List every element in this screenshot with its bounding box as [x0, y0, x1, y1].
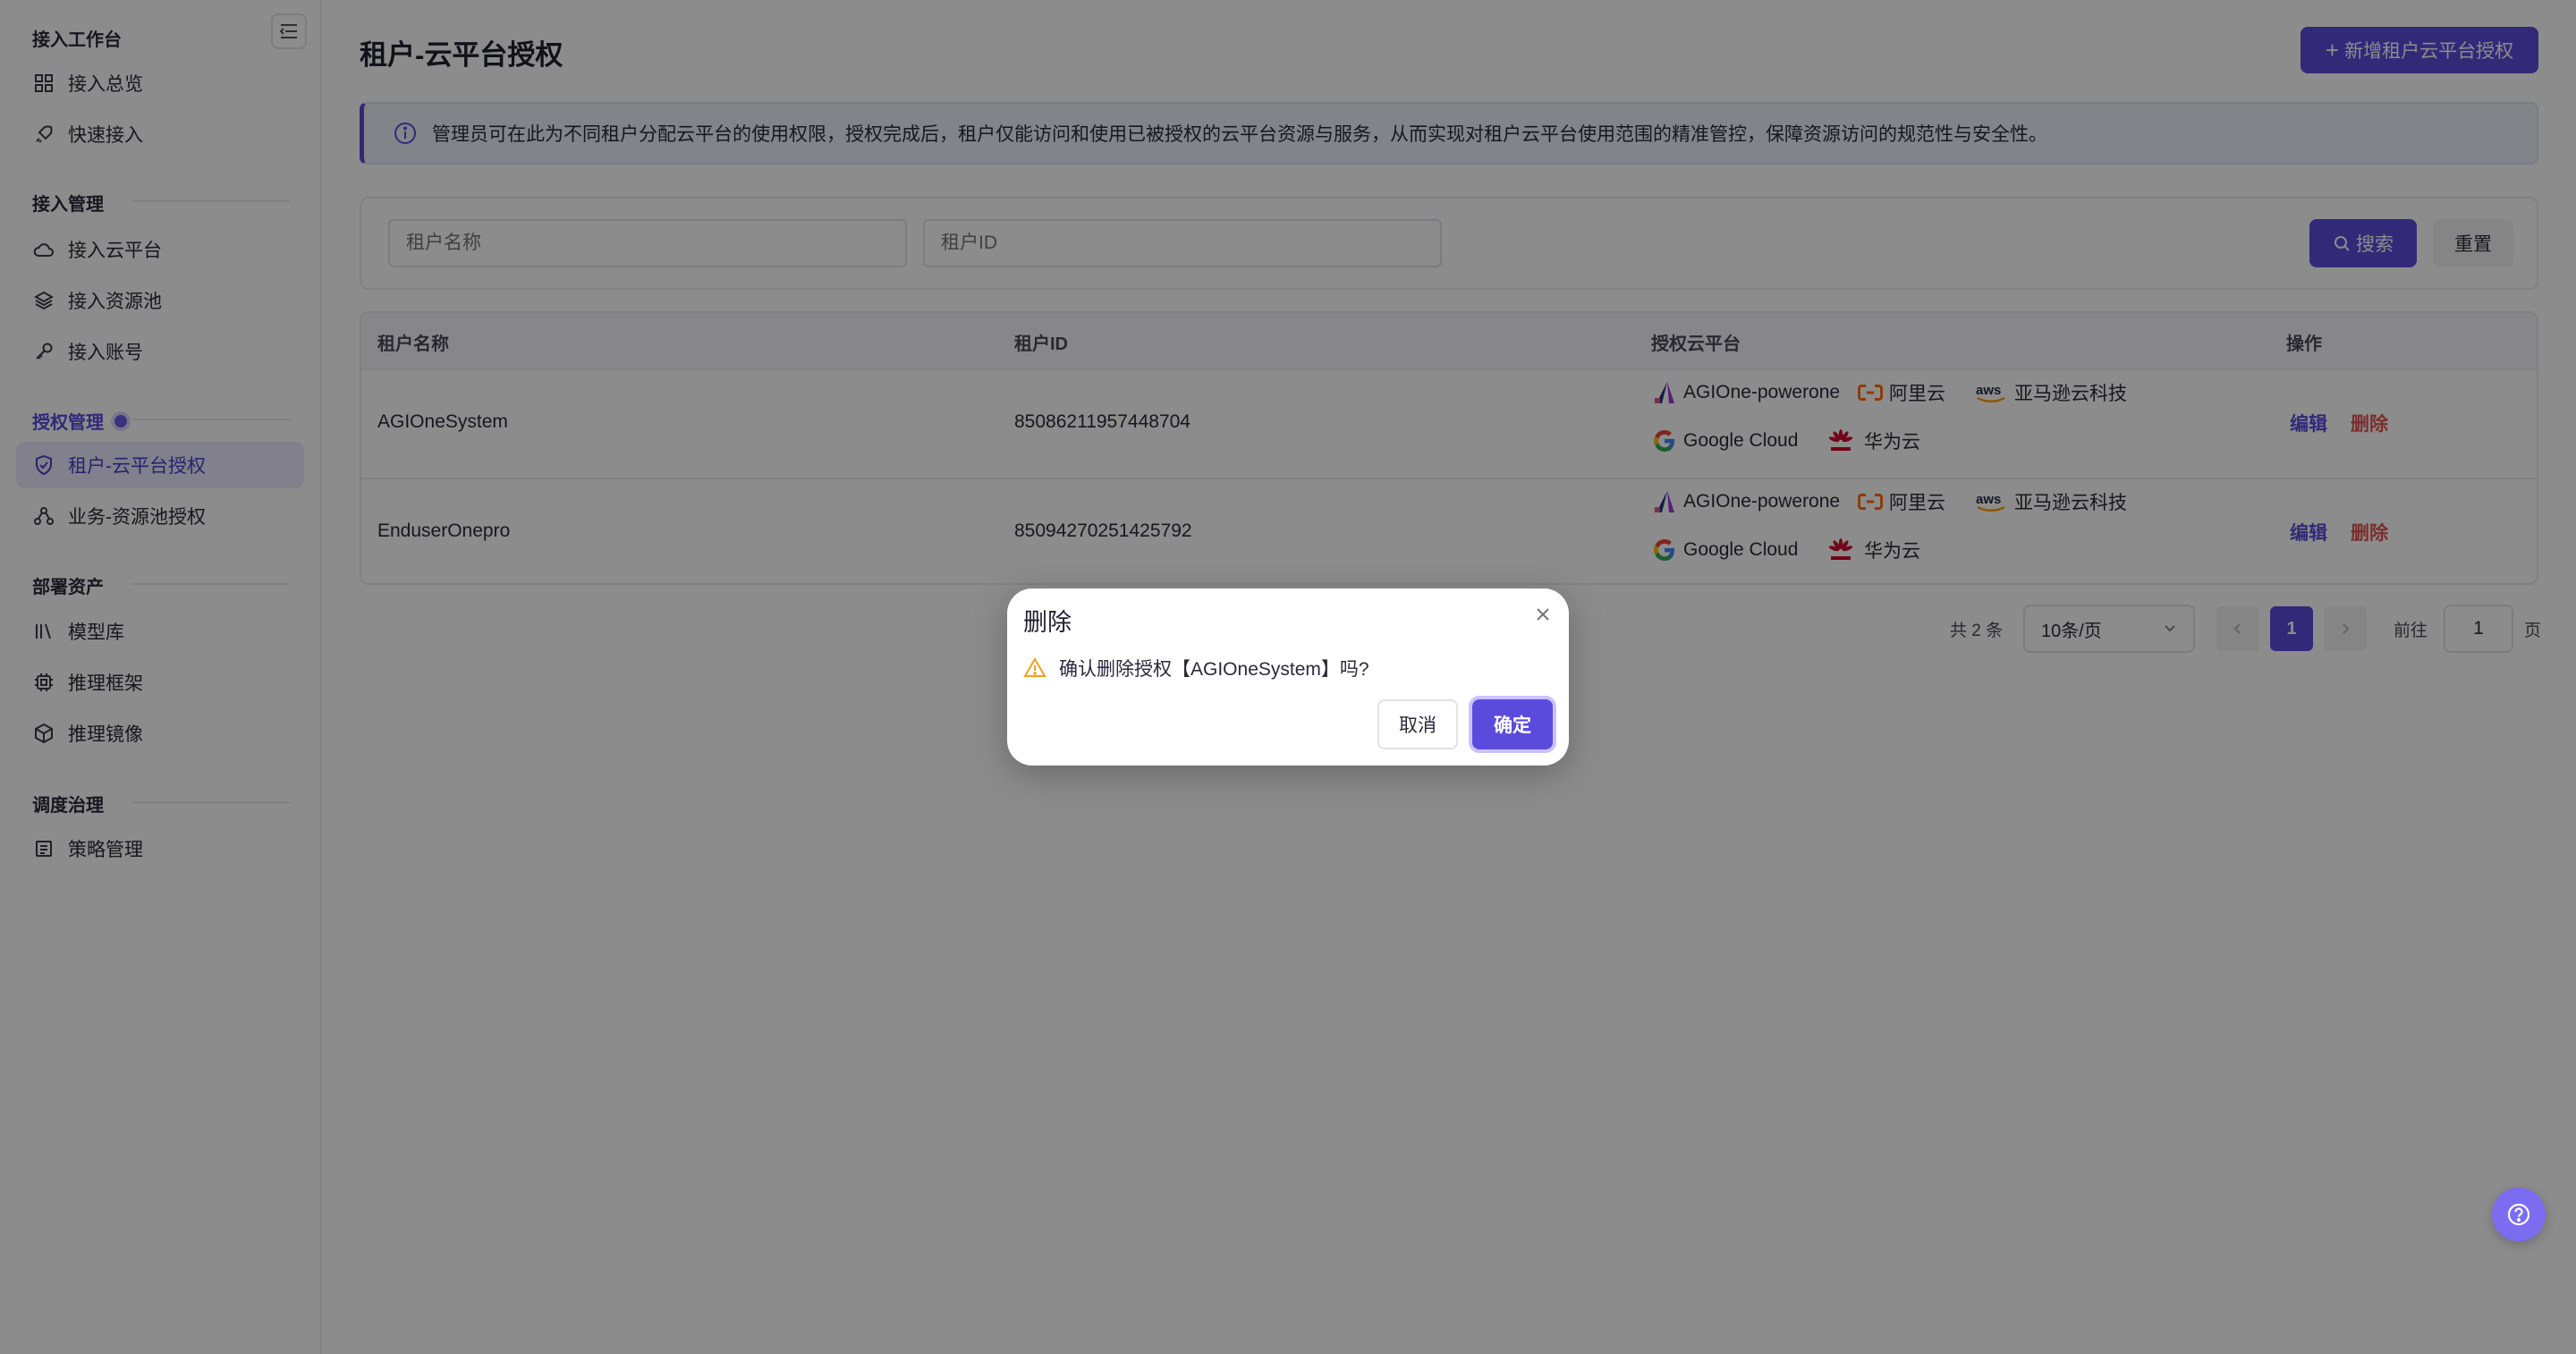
close-icon[interactable] [1531, 603, 1555, 626]
delete-confirm-dialog: 删除 确认删除授权【AGIOneSystem】吗? 取消 确定 [1007, 588, 1569, 766]
help-button[interactable] [2492, 1188, 2546, 1241]
dialog-message: 确认删除授权【AGIOneSystem】吗? [1023, 655, 1369, 681]
cancel-button[interactable]: 取消 [1377, 699, 1458, 749]
confirm-button[interactable]: 确定 [1472, 699, 1553, 749]
warning-icon [1023, 657, 1046, 677]
help-icon [2507, 1203, 2530, 1226]
dialog-message-text: 确认删除授权【AGIOneSystem】吗? [1059, 659, 1369, 680]
dialog-title: 删除 [1023, 609, 1072, 636]
